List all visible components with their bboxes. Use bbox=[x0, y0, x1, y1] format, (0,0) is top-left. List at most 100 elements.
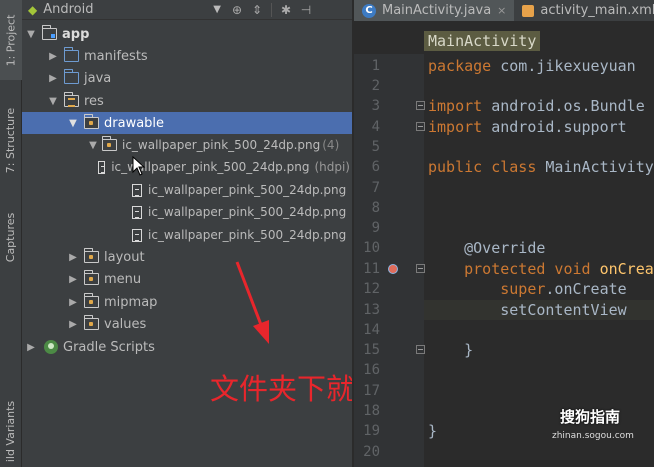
fold-marker-icon[interactable] bbox=[416, 122, 425, 131]
override-marker-icon[interactable] bbox=[388, 264, 398, 274]
code-line[interactable]: 20 bbox=[354, 442, 654, 462]
line-number: 17 bbox=[363, 383, 380, 400]
image-file-icon bbox=[132, 183, 142, 197]
class-breadcrumb[interactable]: MainActivity bbox=[424, 31, 541, 51]
code-line[interactable]: 14 bbox=[354, 320, 654, 340]
code-text: package com.jikexueyuan bbox=[428, 57, 636, 76]
code-text: import android.support bbox=[428, 118, 627, 137]
project-view-label: Android bbox=[43, 2, 94, 17]
tree-item-gradle-scripts[interactable]: ▶ Gradle Scripts bbox=[22, 336, 352, 358]
tool-window-strip: 1: Project 7: Structure Captures ild Var… bbox=[0, 0, 22, 467]
code-line[interactable]: 7 bbox=[354, 178, 654, 198]
project-tool-tab[interactable]: 1: Project bbox=[0, 0, 22, 80]
line-number: 8 bbox=[371, 200, 380, 217]
captures-tool-tab[interactable]: Captures bbox=[0, 200, 22, 275]
collapse-arrow-icon: ▶ bbox=[69, 296, 77, 308]
tree-item-app[interactable]: ▼ app bbox=[22, 23, 352, 45]
tree-item-mipmap[interactable]: ▶ mipmap bbox=[22, 291, 352, 313]
tree-item-drawable[interactable]: ▼ drawable bbox=[22, 112, 352, 134]
fold-marker-icon[interactable] bbox=[416, 345, 425, 354]
code-text: import android.os.Bundle bbox=[428, 97, 645, 116]
tree-item-label: ic_wallpaper_pink_500_24dp.png bbox=[148, 205, 347, 219]
code-line[interactable]: 3 import android.os.Bundle bbox=[354, 96, 654, 116]
line-number: 4 bbox=[371, 119, 380, 136]
tree-item-label: java bbox=[84, 70, 112, 86]
code-line[interactable]: 5 bbox=[354, 137, 654, 157]
tree-item-label: ic_wallpaper_pink_500_24dp.png bbox=[148, 183, 347, 197]
tree-item-manifests[interactable]: ▶ manifests bbox=[22, 45, 352, 67]
code-line[interactable]: 9 bbox=[354, 218, 654, 238]
code-line[interactable]: 13 setContentView bbox=[354, 300, 654, 320]
code-line[interactable]: 10 @Override bbox=[354, 238, 654, 258]
tree-item-png[interactable]: ic_wallpaper_pink_500_24dp.png bbox=[22, 201, 352, 223]
code-text: public class MainActivity bbox=[428, 158, 654, 177]
code-text: } bbox=[428, 341, 474, 360]
line-number: 1 bbox=[371, 58, 380, 75]
tree-item-png-hdpi[interactable]: ic_wallpaper_pink_500_24dp.png (hdpi) bbox=[22, 156, 352, 178]
code-text: super.onCreate bbox=[500, 280, 627, 299]
tree-item-menu[interactable]: ▶ menu bbox=[22, 268, 352, 290]
tab-label: activity_main.xml bbox=[540, 3, 654, 18]
line-number: 10 bbox=[363, 240, 380, 257]
code-line[interactable]: 15 } bbox=[354, 340, 654, 360]
folder-icon bbox=[84, 114, 99, 129]
fold-marker-icon[interactable] bbox=[416, 264, 425, 273]
folder-icon bbox=[102, 136, 117, 151]
sync-target-icon[interactable]: ⊕ bbox=[227, 3, 247, 17]
gear-icon[interactable]: ✱ bbox=[276, 3, 296, 17]
code-line[interactable]: 8 bbox=[354, 198, 654, 218]
code-text: protected void onCreate bbox=[464, 260, 654, 279]
code-line[interactable]: 1 package com.jikexueyuan bbox=[354, 56, 654, 76]
project-view-dropdown[interactable]: ◆ Android ▼ bbox=[22, 1, 227, 19]
tree-item-label: menu bbox=[104, 271, 142, 287]
breadcrumb-row: MainActivity bbox=[354, 22, 654, 51]
tab-label: MainActivity.java bbox=[382, 3, 492, 18]
folder-icon bbox=[84, 315, 99, 330]
code-line[interactable]: 4 import android.support bbox=[354, 117, 654, 137]
line-number: 2 bbox=[371, 78, 380, 95]
code-line[interactable]: 17 bbox=[354, 381, 654, 401]
line-number: 19 bbox=[363, 423, 380, 440]
collapse-arrow-icon: ▶ bbox=[69, 273, 77, 285]
collapse-arrow-icon: ▶ bbox=[49, 72, 57, 84]
build-variants-tool-tab[interactable]: ild Variants bbox=[0, 395, 22, 467]
tree-item-label: app bbox=[62, 26, 90, 42]
folder-icon bbox=[84, 248, 99, 263]
tree-item-png-group[interactable]: ▼ ic_wallpaper_pink_500_24dp.png (4) bbox=[22, 134, 352, 156]
collapse-arrow-icon: ▶ bbox=[49, 50, 57, 62]
tab-main-activity-java[interactable]: C MainActivity.java × bbox=[354, 0, 515, 21]
folder-icon bbox=[84, 270, 99, 285]
tree-item-label: Gradle Scripts bbox=[63, 339, 155, 355]
tree-item-png[interactable]: ic_wallpaper_pink_500_24dp.png bbox=[22, 224, 352, 246]
fold-marker-icon[interactable] bbox=[416, 101, 425, 110]
tree-item-png[interactable]: ic_wallpaper_pink_500_24dp.png bbox=[22, 179, 352, 201]
collapse-icon[interactable]: ⇕ bbox=[247, 3, 267, 17]
project-tool-tab-label: 1: Project bbox=[4, 14, 18, 66]
tree-item-values[interactable]: ▶ values bbox=[22, 313, 352, 335]
line-number: 14 bbox=[363, 322, 380, 339]
build-variants-tool-tab-label: ild Variants bbox=[4, 400, 18, 462]
line-number: 12 bbox=[363, 281, 380, 298]
tree-item-layout[interactable]: ▶ layout bbox=[22, 246, 352, 268]
line-number: 11 bbox=[363, 261, 380, 278]
tree-item-label: mipmap bbox=[104, 294, 158, 310]
resource-folder-icon bbox=[64, 92, 79, 107]
code-line[interactable]: 11 protected void onCreate bbox=[354, 259, 654, 279]
tree-item-java[interactable]: ▶ java bbox=[22, 67, 352, 89]
editor-tab-bar: C MainActivity.java × activity_main.xml bbox=[354, 0, 654, 22]
tree-item-label: layout bbox=[104, 249, 145, 265]
code-line[interactable]: 16 bbox=[354, 360, 654, 380]
folder-icon bbox=[64, 69, 79, 84]
density-qualifier: (hdpi) bbox=[314, 160, 350, 174]
tree-item-res[interactable]: ▼ res bbox=[22, 90, 352, 112]
code-line[interactable]: 12 super.onCreate bbox=[354, 279, 654, 299]
tree-item-label: values bbox=[104, 316, 147, 332]
structure-tool-tab[interactable]: 7: Structure bbox=[0, 95, 22, 185]
code-line[interactable]: 6 public class MainActivity bbox=[354, 157, 654, 177]
hide-panel-icon[interactable]: ⊣ bbox=[296, 3, 316, 17]
code-line[interactable]: 2 bbox=[354, 76, 654, 96]
module-folder-icon bbox=[42, 25, 57, 40]
tab-activity-main-xml[interactable]: activity_main.xml bbox=[514, 0, 654, 21]
java-class-icon: C bbox=[362, 3, 376, 18]
close-icon[interactable]: × bbox=[497, 4, 506, 17]
